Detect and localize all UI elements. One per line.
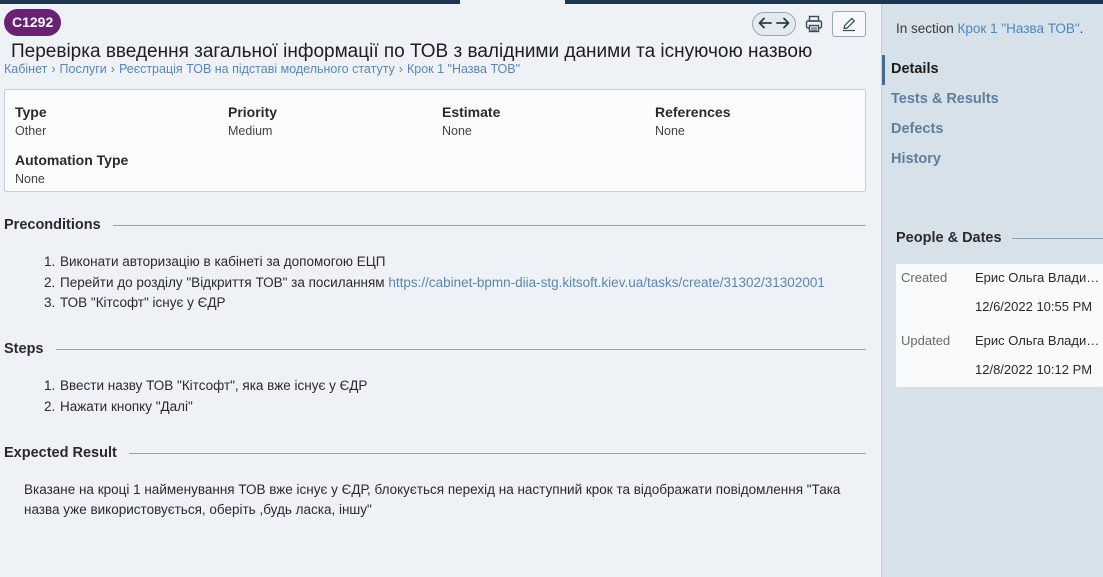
divider [112,224,866,226]
divider [128,452,866,454]
tab-tests-results[interactable]: Tests & Results [891,91,999,107]
breadcrumb-item[interactable]: Крок 1 "Назва ТОВ" [407,62,520,76]
printer-icon [805,15,823,33]
field-value: None [442,124,472,138]
precondition-link[interactable]: https://cabinet-bpmn-diia-stg.kitsoft.ki… [388,275,825,290]
preconditions-list: 1. Виконати авторизацію в кабінеті за доп… [44,252,825,314]
steps-section-header: Steps [4,341,866,357]
list-number: 1. [44,378,56,393]
breadcrumb-separator: › [398,62,403,76]
list-item: 3. ТОВ "Кітсофт" існує у ЄДР [44,293,825,314]
field-automation-type: Automation Type None [15,152,128,186]
prev-next-nav[interactable] [752,12,796,36]
page-title: Перевірка введення загальної інформації … [11,41,813,62]
field-label: Type [15,104,47,120]
list-item: 2. Нажати кнопку "Далі" [44,397,367,418]
list-text: Виконати авторизацію в кабінеті за допом… [60,254,386,269]
list-text: ТОВ "Кітсофт" існує у ЄДР [60,295,226,310]
section-heading: People & Dates [896,230,1002,246]
breadcrumb-item[interactable]: Кабінет [4,62,47,76]
list-number: 3. [44,295,56,310]
field-value: None [15,172,45,186]
in-section-suffix: . [1079,21,1084,36]
in-section-prefix: In section [896,21,958,36]
case-info-box [4,89,866,192]
field-label: Estimate [442,104,501,120]
updated-by: Ерис Ольга Владимировна [975,333,1103,348]
section-heading: Expected Result [4,445,117,461]
expected-result-text: Вказане на кроці 1 найменування ТОВ вже … [24,482,841,517]
field-value: Other [15,124,47,138]
divider [55,348,866,350]
pencil-icon [843,17,855,32]
edit-button[interactable] [832,11,866,37]
steps-list: 1. Ввести назву ТОВ "Кітсофт", яка вже іс… [44,376,367,417]
field-label: References [655,104,731,120]
divider [1011,237,1103,239]
list-number: 2. [44,398,56,414]
people-dates-header: People & Dates [896,230,1103,246]
list-number: 1. [44,254,56,269]
in-section-info: In section Крок 1 "Назва ТОВ". [896,21,1083,36]
print-button[interactable] [803,13,825,35]
list-text: Нажати кнопку "Далі" [60,398,193,414]
tab-details[interactable]: Details [891,61,939,77]
arrow-left-icon[interactable] [757,16,773,33]
case-id-badge: C1292 [4,9,62,36]
preconditions-section-header: Preconditions [4,217,866,233]
tab-history[interactable]: History [891,151,941,167]
breadcrumb-separator: › [110,62,115,76]
list-item: 2. Перейти до розділу "Відкриття ТОВ" за … [44,273,825,294]
arrow-right-icon[interactable] [775,16,791,33]
created-at: 12/6/2022 10:55 PM [975,299,1093,314]
list-text: Перейти до розділу "Відкриття ТОВ" за по… [60,274,389,290]
updated-at: 12/8/2022 10:12 PM [975,362,1093,377]
list-text: Ввести назву ТОВ "Кітсофт", яка вже існу… [60,378,368,393]
list-item: 1. Виконати авторизацію в кабінеті за доп… [44,252,825,273]
created-label: Created [901,270,948,285]
list-item: 1. Ввести назву ТОВ "Кітсофт", яка вже іс… [44,376,367,397]
field-value: None [655,124,685,138]
field-estimate: Estimate None [442,104,500,138]
field-priority: Priority Medium [228,104,277,138]
section-heading: Preconditions [4,217,101,233]
field-references: References None [655,104,731,138]
active-tab-indicator [882,55,885,85]
created-by: Ерис Ольга Владимировна [975,270,1103,285]
tab-defects[interactable]: Defects [891,121,943,137]
breadcrumb-item[interactable]: Послуги [60,62,107,76]
list-number: 2. [44,274,56,290]
field-value: Medium [228,124,273,138]
section-heading: Steps [4,341,44,357]
field-type: Type Other [15,104,47,138]
breadcrumb: Кабінет › Послуги › Реєстрація ТОВ на підста… [4,62,520,76]
field-label: Automation Type [15,152,129,168]
in-section-link[interactable]: Крок 1 "Назва ТОВ" [958,21,1080,36]
updated-label: Updated [901,333,951,348]
breadcrumb-item[interactable]: Реєстрація ТОВ на підставі модельного ст… [119,62,395,76]
field-label: Priority [228,104,278,120]
expected-result-section-header: Expected Result [4,445,866,461]
breadcrumb-separator: › [51,62,56,76]
